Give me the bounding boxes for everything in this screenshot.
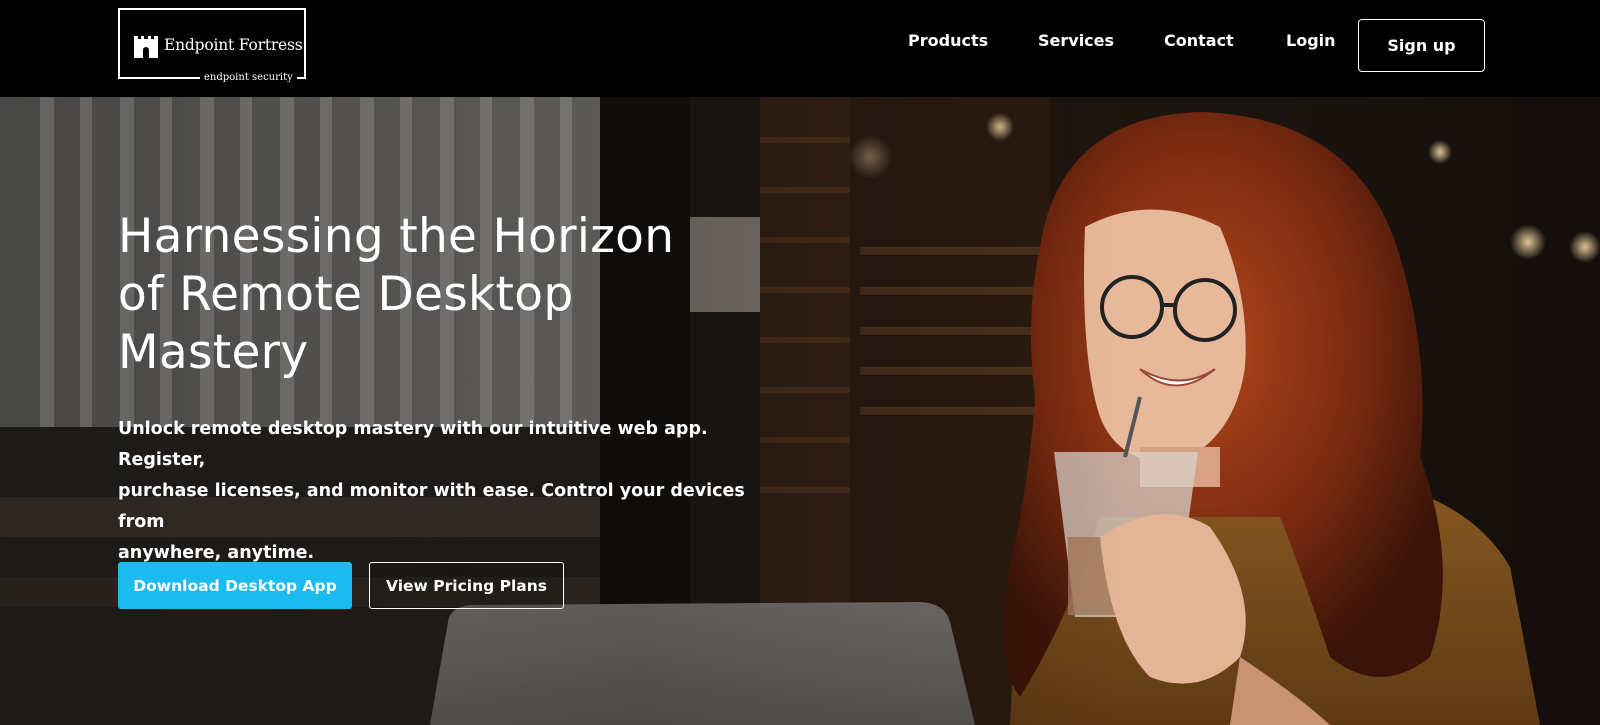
view-pricing-plans-button[interactable]: View Pricing Plans — [369, 562, 564, 609]
nav-contact[interactable]: Contact — [1164, 31, 1234, 50]
top-navbar: Endpoint Fortress endpoint security Prod… — [0, 0, 1600, 97]
hero-title-line-1: Harnessing the Horizon — [118, 209, 675, 264]
hero-description-line-1: Unlock remote desktop mastery with our i… — [118, 419, 708, 470]
hero-title: Harnessing the Horizon of Remote Desktop… — [118, 208, 758, 382]
brand-name: Endpoint Fortress — [164, 36, 303, 54]
hero-overlay — [0, 97, 1600, 725]
nav-login[interactable]: Login — [1286, 31, 1336, 50]
brand-tagline: endpoint security — [200, 72, 297, 83]
hero-title-line-2: of Remote Desktop — [118, 267, 574, 322]
download-desktop-app-button[interactable]: Download Desktop App — [118, 562, 352, 609]
hero-title-line-3: Mastery — [118, 325, 309, 380]
nav-products[interactable]: Products — [908, 31, 988, 50]
hero-description: Unlock remote desktop mastery with our i… — [118, 414, 758, 569]
hero-section: Harnessing the Horizon of Remote Desktop… — [0, 97, 1600, 725]
brand-logo[interactable]: Endpoint Fortress endpoint security — [118, 8, 306, 83]
hero-description-line-3: anywhere, anytime. — [118, 543, 315, 563]
nav-services[interactable]: Services — [1038, 31, 1114, 50]
hero-description-line-2: purchase licenses, and monitor with ease… — [118, 481, 745, 532]
signup-button[interactable]: Sign up — [1358, 19, 1485, 72]
castle-icon — [134, 36, 158, 58]
